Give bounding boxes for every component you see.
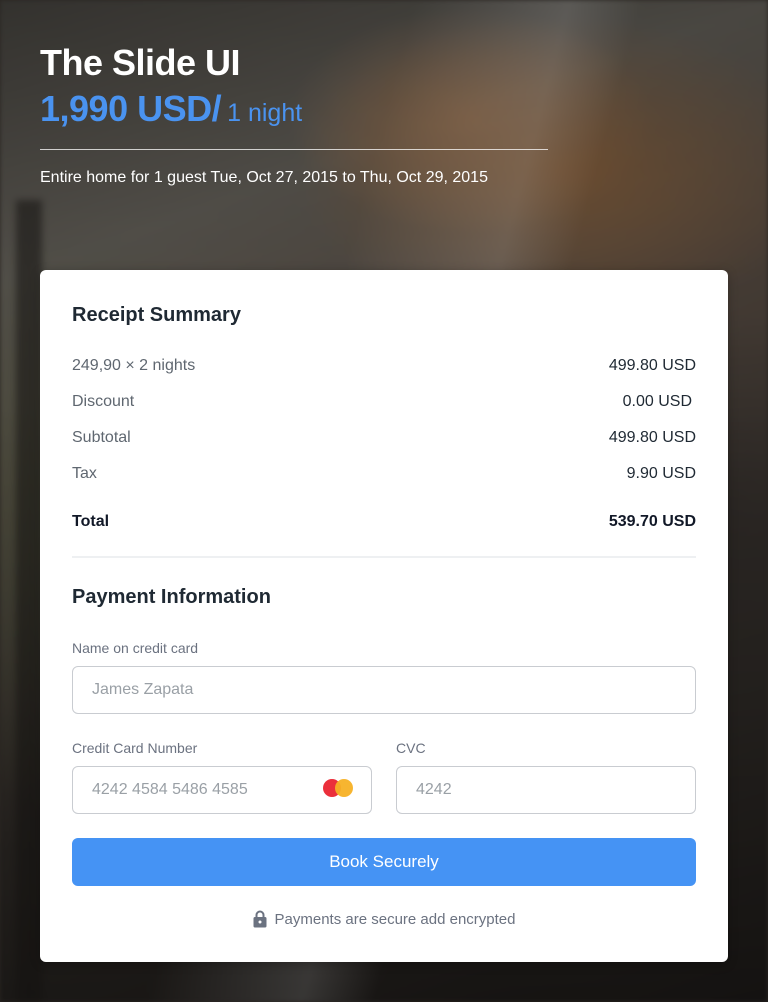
name-on-card-label: Name on credit card	[72, 640, 199, 656]
price-amount: 1,990 USD/	[40, 88, 222, 129]
total-label: Total	[72, 513, 110, 530]
receipt-row: Discount 0.00 USD	[72, 391, 696, 413]
receipt-total-row: Total 539.70 USD	[72, 511, 696, 533]
receipt-row-label: Subtotal	[72, 429, 131, 446]
lock-icon	[253, 910, 267, 928]
listing-price: 1,990 USD/1 night	[40, 88, 302, 130]
payment-information-title: Payment Information	[72, 586, 271, 608]
price-unit: 1 night	[227, 99, 303, 127]
receipt-row-label: 249,90 × 2 nights	[72, 357, 196, 374]
booking-summary: Entire home for 1 guest Tue, Oct 27, 201…	[40, 169, 488, 186]
book-securely-button[interactable]: Book Securely	[72, 838, 696, 886]
receipt-row-label: Tax	[72, 465, 97, 482]
receipt-row: 249,90 × 2 nights 499.80 USD	[72, 355, 696, 377]
receipt-summary-title: Receipt Summary	[72, 304, 241, 326]
receipt-row-value: 499.80 USD	[608, 429, 696, 446]
receipt-row: Subtotal 499.80 USD	[72, 427, 696, 449]
name-on-card-input[interactable]	[72, 666, 696, 714]
receipt-row-value: 499.80 USD	[608, 357, 696, 374]
listing-title: The Slide UI	[40, 42, 241, 83]
checkout-card: Receipt Summary 249,90 × 2 nights 499.80…	[40, 270, 728, 962]
hero-divider	[40, 149, 548, 150]
page: The Slide UI 1,990 USD/1 night Entire ho…	[0, 0, 768, 1002]
receipt-row-label: Discount	[72, 393, 135, 410]
cvc-label: CVC	[396, 740, 426, 756]
mastercard-icon	[322, 778, 356, 798]
secure-payment-note: Payments are secure add encrypted	[40, 910, 728, 928]
section-divider	[72, 556, 696, 558]
cvc-input[interactable]	[396, 766, 696, 814]
receipt-row-value: 9.90 USD	[626, 465, 696, 482]
receipt-row-value: 0.00 USD	[622, 393, 692, 410]
total-value: 539.70 USD	[608, 513, 696, 530]
card-number-label: Credit Card Number	[72, 740, 198, 756]
secure-note-text: Payments are secure add encrypted	[274, 910, 516, 928]
receipt-row: Tax 9.90 USD	[72, 463, 696, 485]
